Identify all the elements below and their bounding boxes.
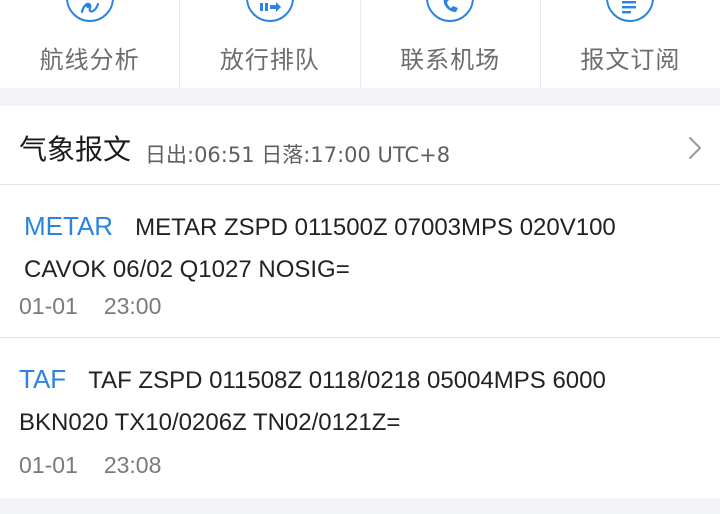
- weather-report-header[interactable]: 气象报文 日出:06:51 日落:17:00 UTC+8: [0, 106, 720, 185]
- document-icon: [606, 0, 655, 22]
- message-subscription-button[interactable]: 报文订阅: [541, 0, 720, 88]
- metar-type-label: METAR: [24, 211, 114, 241]
- release-queue-label: 放行排队: [219, 46, 320, 74]
- contact-airport-label: 联系机场: [400, 46, 501, 74]
- queue-arrow-icon: [245, 0, 294, 22]
- metar-report-item[interactable]: METAR METAR ZSPD 011500Z 07003MPS 020V100…: [0, 185, 720, 338]
- weather-report-card: 气象报文 日出:06:51 日落:17:00 UTC+8 METAR METAR …: [0, 106, 720, 498]
- weather-report-title: 气象报文: [19, 133, 132, 166]
- taf-report-body: TAF TAF ZSPD 011508Z 0118/0218 05004MPS 6…: [19, 358, 700, 444]
- phone-icon: [426, 0, 475, 22]
- chevron-right-icon: [689, 137, 701, 159]
- taf-timestamp: 01-01 23:08: [19, 452, 161, 479]
- metar-timestamp: 01-01 23:00: [19, 293, 161, 320]
- contact-airport-button[interactable]: 联系机场: [361, 0, 541, 88]
- metar-report-body: METAR METAR ZSPD 011500Z 07003MPS 020V100…: [24, 205, 700, 291]
- taf-report-text: TAF ZSPD 011508Z 0118/0218 05004MPS 6000…: [19, 367, 606, 436]
- release-queue-button[interactable]: 放行排队: [180, 0, 361, 88]
- quick-actions-toolbar: 航线分析 放行排队 联系机场 报文订阅: [0, 0, 720, 88]
- taf-date: 01-01: [19, 452, 78, 478]
- route-analysis-label: 航线分析: [39, 46, 140, 74]
- metar-time: 23:00: [103, 293, 162, 319]
- metar-date: 01-01: [19, 293, 78, 319]
- route-analysis-icon: [65, 0, 114, 22]
- message-subscription-label: 报文订阅: [580, 46, 681, 74]
- sunrise-sunset-info: 日出:06:51 日落:17:00 UTC+8: [145, 143, 451, 167]
- taf-report-item[interactable]: TAF TAF ZSPD 011508Z 0118/0218 05004MPS 6…: [0, 338, 720, 498]
- bottom-spacer: [0, 498, 720, 514]
- taf-time: 23:08: [103, 452, 162, 478]
- taf-type-label: TAF: [19, 364, 67, 394]
- route-analysis-button[interactable]: 航线分析: [0, 0, 181, 88]
